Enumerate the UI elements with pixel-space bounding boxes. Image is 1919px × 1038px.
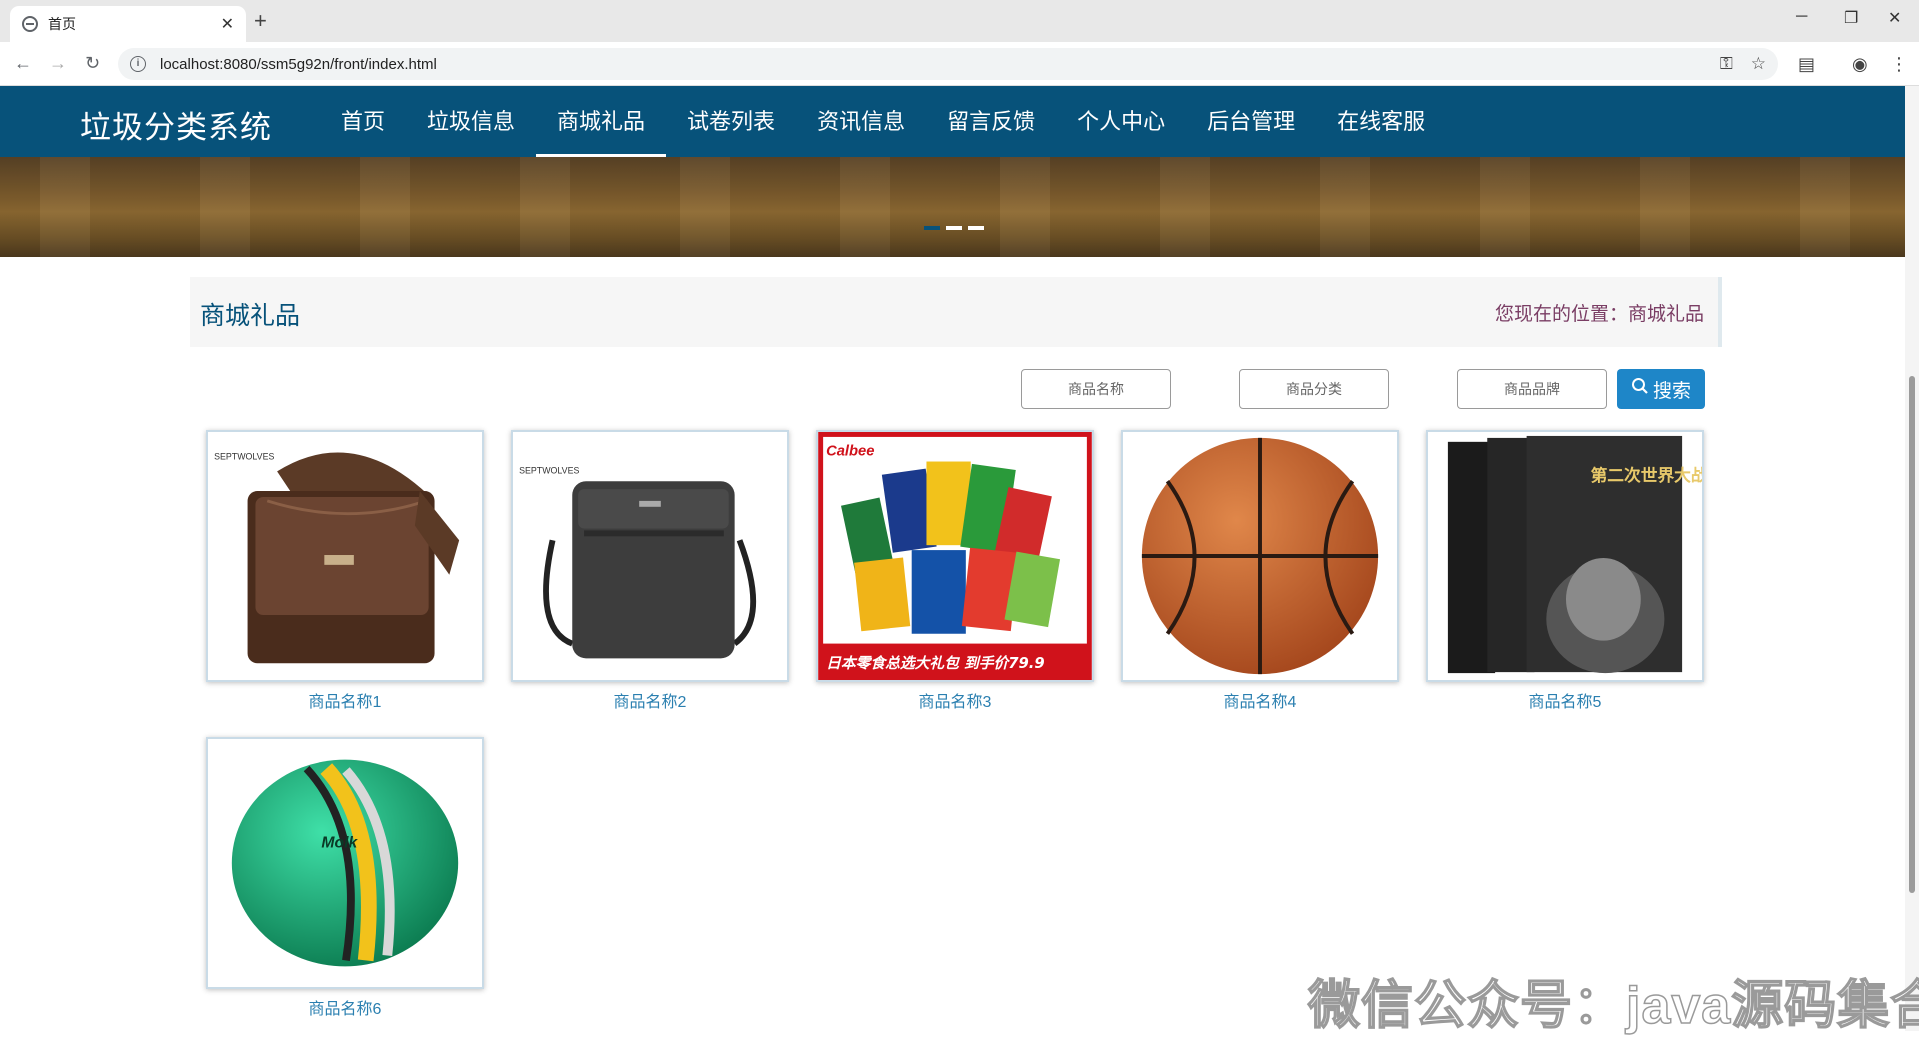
breadcrumb: 您现在的位置：商城礼品 xyxy=(1495,299,1704,326)
site-info-icon[interactable]: i xyxy=(130,56,146,72)
page-title: 商城礼品 xyxy=(200,302,301,330)
back-icon[interactable]: ← xyxy=(14,53,32,74)
nav-personal-center[interactable]: 个人中心 xyxy=(1056,86,1186,157)
nav-gift-shop[interactable]: 商城礼品 xyxy=(536,86,667,157)
reload-icon[interactable]: ↻ xyxy=(85,53,100,74)
product-name[interactable]: 商品名称3 xyxy=(816,688,1094,712)
breadcrumb-current[interactable]: 商城礼品 xyxy=(1628,304,1704,325)
brand-logo-text: Calbee xyxy=(826,444,874,460)
page-title-bar: 商城礼品 您现在的位置：商城礼品 xyxy=(190,277,1722,347)
product-card[interactable]: 第二次世界大战回忆录 商品名称5 xyxy=(1426,430,1704,712)
site-navbar: 垃圾分类系统 首页 垃圾信息 商城礼品 试卷列表 资讯信息 留言反馈 个人中心 … xyxy=(0,86,1905,157)
nav-news[interactable]: 资讯信息 xyxy=(796,86,926,157)
carousel-dot[interactable] xyxy=(968,226,984,230)
nav-garbage-info[interactable]: 垃圾信息 xyxy=(406,86,536,157)
product-card[interactable]: SEPTWOLVES 商品名称2 xyxy=(511,430,789,712)
password-key-icon[interactable]: ⚿ xyxy=(1720,54,1733,74)
browser-tab[interactable]: 首页 ✕ xyxy=(10,6,246,42)
address-bar: ← → ↻ i localhost:8080/ssm5g92n/front/in… xyxy=(0,42,1919,86)
book-title: 第二次世界大战回忆录 xyxy=(1591,465,1702,485)
product-image-soccer-ball[interactable]: Molk xyxy=(206,737,484,989)
product-image-basketball[interactable] xyxy=(1121,430,1399,682)
carousel-indicators xyxy=(924,226,984,230)
close-tab-icon[interactable]: ✕ xyxy=(221,14,234,34)
nav-admin[interactable]: 后台管理 xyxy=(1186,86,1316,157)
product-card[interactable]: SEPTWOLVES 商品名称1 xyxy=(206,430,484,712)
product-image-book[interactable]: 第二次世界大战回忆录 xyxy=(1426,430,1704,682)
search-button[interactable]: 搜索 xyxy=(1617,369,1705,409)
product-name[interactable]: 商品名称2 xyxy=(511,688,789,712)
new-tab-button[interactable]: + xyxy=(254,8,267,34)
forward-icon[interactable]: → xyxy=(49,53,67,74)
nav-exam-list[interactable]: 试卷列表 xyxy=(666,86,796,157)
product-card[interactable]: Calbee 日本零食总选大礼包 到手价79.9 商品名称3 xyxy=(816,430,1094,712)
product-name[interactable]: 商品名称6 xyxy=(206,995,484,1019)
product-card[interactable]: 商品名称4 xyxy=(1121,430,1399,712)
reading-list-icon[interactable]: ▤ xyxy=(1798,54,1815,75)
search-icon xyxy=(1631,377,1649,401)
scrollbar-thumb[interactable] xyxy=(1909,376,1915,893)
bookmark-star-icon[interactable]: ☆ xyxy=(1751,54,1766,74)
product-card[interactable]: Molk 商品名称6 xyxy=(206,737,484,1019)
product-name[interactable]: 商品名称1 xyxy=(206,688,484,712)
browser-tab-strip: 首页 ✕ + ─ ❐ ✕ xyxy=(0,0,1919,42)
product-image-caption: 日本零食总选大礼包 到手价79.9 xyxy=(826,655,1045,672)
restore-button[interactable]: ❐ xyxy=(1844,8,1858,28)
main-menu: 首页 垃圾信息 商城礼品 试卷列表 资讯信息 留言反馈 个人中心 后台管理 在线… xyxy=(320,86,1446,157)
browser-menu-icon[interactable]: ⋮ xyxy=(1890,54,1908,75)
brand-logo-text: SEPTWOLVES xyxy=(519,465,579,475)
brand-logo-text: Molk xyxy=(321,834,358,851)
product-image-brown-bag[interactable]: SEPTWOLVES xyxy=(206,430,484,682)
search-button-label: 搜索 xyxy=(1652,380,1691,402)
nav-online-service[interactable]: 在线客服 xyxy=(1316,86,1446,157)
watermark-text: 微信公众号：java源码集合 xyxy=(1307,976,1919,1036)
breadcrumb-prefix: 您现在的位置： xyxy=(1494,304,1628,325)
carousel-dot[interactable] xyxy=(924,226,940,230)
carousel-dot[interactable] xyxy=(946,226,962,230)
product-name[interactable]: 商品名称5 xyxy=(1426,688,1704,712)
profile-icon[interactable]: ◉ xyxy=(1852,54,1868,75)
close-window-button[interactable]: ✕ xyxy=(1888,8,1901,28)
banner-carousel xyxy=(0,157,1905,257)
product-category-input[interactable] xyxy=(1239,369,1389,409)
url-field[interactable]: i localhost:8080/ssm5g92n/front/index.ht… xyxy=(118,48,1778,80)
site-logo[interactable]: 垃圾分类系统 xyxy=(80,102,272,147)
url-text[interactable]: localhost:8080/ssm5g92n/front/index.html xyxy=(160,56,1702,73)
tab-title: 首页 xyxy=(48,16,76,32)
brand-logo-text: SEPTWOLVES xyxy=(214,452,274,462)
globe-icon xyxy=(22,16,38,32)
nav-feedback[interactable]: 留言反馈 xyxy=(926,86,1056,157)
page-scrollbar[interactable] xyxy=(1905,86,1919,1031)
product-brand-input[interactable] xyxy=(1457,369,1607,409)
product-name[interactable]: 商品名称4 xyxy=(1121,688,1399,712)
nav-home[interactable]: 首页 xyxy=(320,86,406,157)
product-name-input[interactable] xyxy=(1021,369,1171,409)
product-image-grey-bag[interactable]: SEPTWOLVES xyxy=(511,430,789,682)
product-image-snack-pack[interactable]: Calbee 日本零食总选大礼包 到手价79.9 xyxy=(816,430,1094,682)
minimize-button[interactable]: ─ xyxy=(1796,8,1807,26)
